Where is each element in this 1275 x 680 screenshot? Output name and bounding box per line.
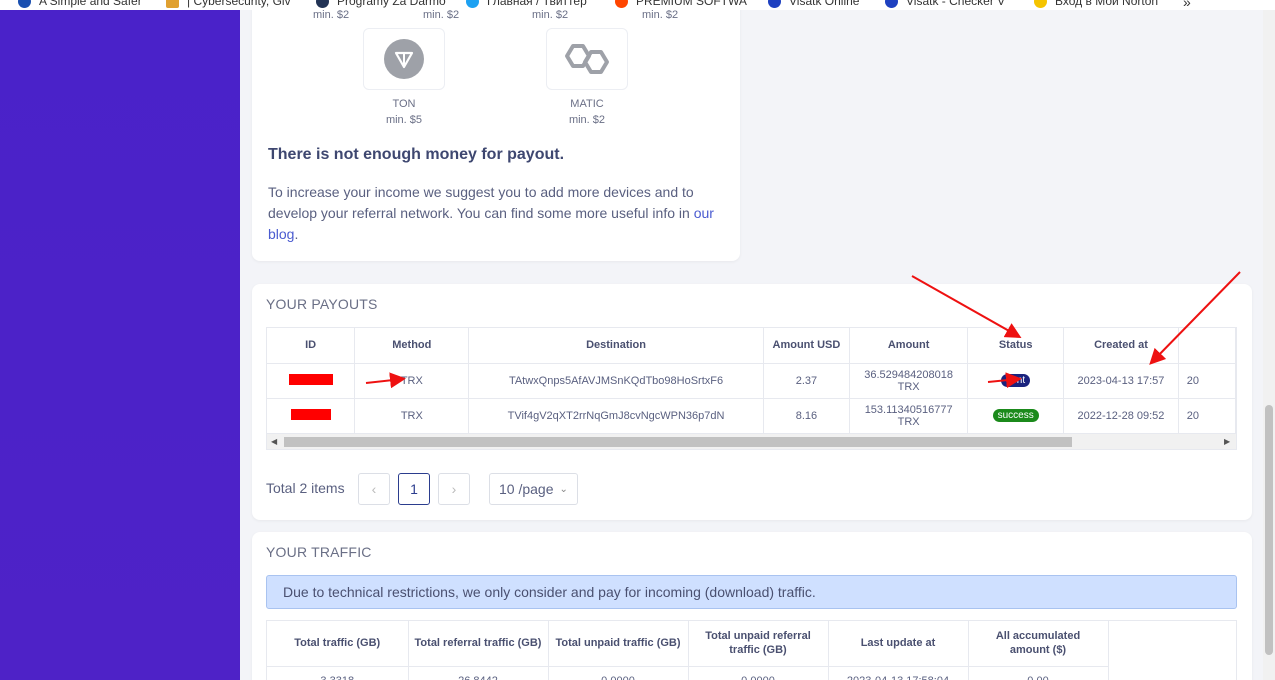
- coin-name: TON: [392, 98, 416, 110]
- coin-matic[interactable]: MATIC min. $2: [527, 28, 647, 126]
- twitter-icon: [466, 0, 479, 8]
- col-accumulated-amount: All accumulated amount ($): [968, 621, 1109, 667]
- bookmarks-bar: A Simple and Safer | Cybersecurity, Giv …: [0, 0, 1275, 10]
- bookmark-visatk-checker[interactable]: Visatk - Checker V: [885, 0, 1005, 8]
- paypal-icon: [18, 0, 31, 8]
- payouts-table: ID Method Destination Amount USD Amount …: [267, 328, 1236, 434]
- col-amount: Amount: [849, 328, 969, 364]
- coin-tile[interactable]: [363, 28, 445, 90]
- programy-icon: [316, 0, 329, 8]
- coin-min-cut: min. $2: [313, 9, 350, 21]
- cell-amount-usd: 2.37: [763, 363, 851, 399]
- table-row: TRX TAtwxQnps5AfAVJMSnKQdTbo98HoSrtxF6 2…: [267, 363, 1236, 399]
- scrollbar-thumb[interactable]: [1265, 405, 1273, 655]
- cell-destination: TVif4gV2qXT2rrNqGmJ8cvNgcWPN36p7dN: [468, 398, 764, 434]
- cell-accumulated-amount: 0.00: [968, 666, 1109, 680]
- col-amount-usd: Amount USD: [763, 328, 851, 364]
- bookmark-cybersecurity[interactable]: | Cybersecurity, Giv: [166, 0, 291, 8]
- scroll-left-icon[interactable]: ◀: [271, 437, 277, 446]
- cell-total-traffic: 3.3318: [267, 666, 409, 680]
- visatk-icon: [768, 0, 781, 8]
- col-created-at: Created at: [1063, 328, 1179, 364]
- cell-status: sent: [967, 363, 1065, 399]
- bookmark-twitter[interactable]: Главная / Твиттер: [466, 0, 587, 8]
- table-row: TRX TVif4gV2qXT2rrNqGmJ8cvNgcWPN36p7dN 8…: [267, 398, 1236, 434]
- reddit-icon: [615, 0, 628, 8]
- col-id: ID: [267, 328, 356, 364]
- traffic-title: YOUR TRAFFIC: [266, 544, 372, 560]
- cell-method: TRX: [354, 398, 470, 434]
- col-status: Status: [967, 328, 1065, 364]
- coin-name: MATIC: [570, 98, 604, 110]
- col-method: Method: [354, 328, 470, 364]
- col-last-update: Last update at: [828, 621, 969, 667]
- table-horizontal-scrollbar[interactable]: ◀ ▶: [267, 434, 1236, 449]
- traffic-notice: Due to technical restrictions, we only c…: [266, 575, 1237, 609]
- cell-created-at: 2022-12-28 09:52: [1063, 398, 1179, 434]
- coin-tile[interactable]: [546, 28, 628, 90]
- coin-ton[interactable]: TON min. $5: [344, 28, 464, 126]
- prev-page-button[interactable]: ‹: [358, 473, 390, 505]
- payouts-table-wrapper: ID Method Destination Amount USD Amount …: [266, 327, 1237, 450]
- payouts-title: YOUR PAYOUTS: [266, 296, 378, 312]
- table-header-row: Total traffic (GB) Total referral traffi…: [267, 621, 1109, 667]
- bookmark-visatk-online[interactable]: Visatk Online: [768, 0, 859, 8]
- traffic-table-wrapper: Total traffic (GB) Total referral traffi…: [266, 620, 1237, 680]
- cell-status: success: [967, 398, 1065, 434]
- pagination-total: Total 2 items: [266, 480, 345, 496]
- status-badge: success: [992, 409, 1039, 422]
- norton-icon: [1034, 0, 1047, 8]
- cell-destination: TAtwxQnps5AfAVJMSnKQdTbo98HoSrtxF6: [468, 363, 764, 399]
- payout-warning-text: To increase your income we suggest you t…: [268, 184, 714, 242]
- traffic-table: Total traffic (GB) Total referral traffi…: [267, 621, 1109, 680]
- cell-method: TRX: [354, 363, 470, 399]
- bookmarks-more-button[interactable]: »: [1183, 0, 1191, 10]
- status-badge: sent: [1001, 374, 1031, 387]
- sidebar: [0, 10, 240, 680]
- coin-min-cut: min. $2: [423, 9, 460, 21]
- cell-amount-usd: 8.16: [763, 398, 851, 434]
- next-page-button[interactable]: ›: [438, 473, 470, 505]
- cell-total-unpaid-referral-traffic: 0.0000: [688, 666, 829, 680]
- bookmark-paypal[interactable]: A Simple and Safer: [18, 0, 142, 8]
- col-extra: [1178, 328, 1236, 364]
- matic-icon: [565, 44, 609, 74]
- page-1-button[interactable]: 1: [398, 473, 430, 505]
- ton-icon: [384, 39, 424, 79]
- table-row: 3.3318 26.8442 0.0000 0.0000 2023-04-13 …: [267, 666, 1109, 680]
- scroll-right-icon[interactable]: ▶: [1224, 437, 1230, 446]
- cell-amount: 36.529484208018 TRX: [849, 363, 969, 399]
- col-total-traffic: Total traffic (GB): [267, 621, 409, 667]
- table-header-row: ID Method Destination Amount USD Amount …: [267, 328, 1236, 364]
- coin-min-cut: min. $2: [642, 9, 679, 21]
- visatk-checker-icon: [885, 0, 898, 8]
- cell-extra: 20: [1178, 363, 1236, 399]
- redacted-id: [288, 373, 333, 385]
- bookmark-programy[interactable]: Programy Za Darmo: [316, 0, 446, 8]
- cell-id: [267, 398, 356, 434]
- payout-warning-title: There is not enough money for payout.: [268, 146, 565, 163]
- shopping-icon: [166, 0, 179, 8]
- scrollbar-thumb[interactable]: [284, 437, 1072, 447]
- col-total-unpaid-traffic: Total unpaid traffic (GB): [548, 621, 689, 667]
- page-size-select[interactable]: 10 /page ⌄: [489, 473, 578, 505]
- chevron-down-icon: ⌄: [559, 483, 568, 495]
- coin-min: min. $5: [385, 114, 423, 126]
- redacted-id: [290, 408, 331, 420]
- cell-last-update: 2023-04-13 17:58:04: [828, 666, 969, 680]
- cell-total-referral-traffic: 26.8442: [408, 666, 549, 680]
- cell-extra: 20: [1178, 398, 1236, 434]
- bookmark-premium[interactable]: PREMIUM SOFTWA: [615, 0, 747, 8]
- col-total-referral-traffic: Total referral traffic (GB): [408, 621, 549, 667]
- cell-created-at: 2023-04-13 17:57: [1063, 363, 1179, 399]
- page-scrollbar[interactable]: [1263, 10, 1275, 680]
- bookmark-norton[interactable]: Вход в Мой Norton: [1034, 0, 1158, 8]
- col-destination: Destination: [468, 328, 764, 364]
- cell-amount: 153.11340516777 TRX: [849, 398, 969, 434]
- cell-id: [267, 363, 356, 399]
- coin-min: min. $2: [568, 114, 606, 126]
- coin-min-cut: min. $2: [532, 9, 569, 21]
- col-total-unpaid-referral-traffic: Total unpaid referral traffic (GB): [688, 621, 829, 667]
- cell-total-unpaid-traffic: 0.0000: [548, 666, 689, 680]
